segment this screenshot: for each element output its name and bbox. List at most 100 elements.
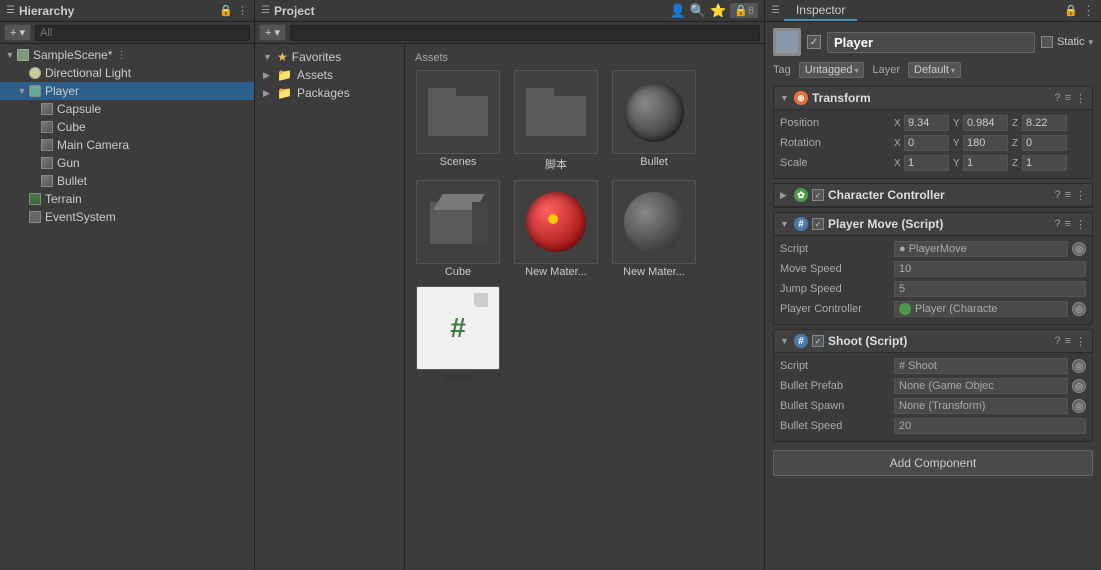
position-label: Position — [780, 117, 890, 129]
shoot-settings-icon[interactable]: ≡ — [1065, 335, 1071, 348]
rot-x-input[interactable] — [904, 135, 949, 151]
static-dropdown-arrow[interactable]: ▾ — [1088, 37, 1093, 48]
bullet-speed-input[interactable] — [894, 418, 1086, 434]
tab-inspector[interactable]: Inspector — [784, 1, 857, 21]
char-ctrl-checkbox[interactable] — [812, 189, 824, 201]
char-ctrl-settings-icon[interactable]: ≡ — [1065, 189, 1071, 202]
shoot-help-icon[interactable]: ? — [1054, 335, 1060, 348]
hierarchy-item-directional-light[interactable]: Directional Light — [0, 64, 254, 82]
hierarchy-item-sample-scene[interactable]: ▼ SampleScene* ⋮ — [0, 46, 254, 64]
scene-more[interactable]: ⋮ — [116, 50, 126, 61]
bullet-prefab-pick-btn[interactable]: ◎ — [1072, 379, 1086, 393]
visibility-btn[interactable]: 🔒8 — [730, 3, 758, 18]
hierarchy-menu-icon[interactable]: ☰ — [6, 5, 15, 16]
arrow-player: ▼ — [16, 86, 28, 96]
rot-x-field: X — [894, 135, 949, 151]
rot-y-input[interactable] — [963, 135, 1008, 151]
pm-controller-pick-btn[interactable]: ◎ — [1072, 302, 1086, 316]
hierarchy-item-capsule[interactable]: Capsule — [0, 100, 254, 118]
pm-movespeed-input[interactable] — [894, 261, 1086, 277]
player-move-header[interactable]: ▼ # Player Move (Script) ? ≡ ⋮ — [774, 213, 1092, 236]
pm-script-pick-btn[interactable]: ◎ — [1072, 242, 1086, 256]
asset-item-scenes[interactable]: Scenes — [413, 70, 503, 172]
hierarchy-add-button[interactable]: + ▾ — [4, 24, 31, 41]
pm-controller-ref[interactable]: Player (Characte — [894, 301, 1068, 317]
transform-header[interactable]: ▼ ⊕ Transform ? ≡ ⋮ — [774, 87, 1092, 110]
pm-controller-text: Player (Characte — [915, 303, 998, 315]
hierarchy-search-input[interactable] — [35, 25, 250, 41]
pm-jumpspeed-input[interactable] — [894, 281, 1086, 297]
accounts-icon[interactable]: 👤 — [670, 3, 686, 19]
bullet-prefab-ref[interactable]: None (Game Objec — [894, 378, 1068, 394]
scale-z-input[interactable] — [1022, 155, 1067, 171]
project-menu-icon[interactable]: ☰ — [261, 5, 270, 16]
folder-favorites[interactable]: ▼ ★ Favorites — [255, 48, 404, 66]
shoot-script-pick-btn[interactable]: ◎ — [1072, 359, 1086, 373]
pm-help-icon[interactable]: ? — [1054, 218, 1060, 231]
search-icon[interactable]: 🔍 — [690, 3, 706, 19]
pos-y-input[interactable] — [963, 115, 1008, 131]
shoot-checkbox[interactable] — [812, 335, 824, 347]
hierarchy-item-player[interactable]: ▼ Player — [0, 82, 254, 100]
shoot-header[interactable]: ▼ # Shoot (Script) ? ≡ ⋮ — [774, 330, 1092, 353]
hierarchy-item-terrain[interactable]: Terrain — [0, 190, 254, 208]
transform-more-icon[interactable]: ⋮ — [1075, 92, 1086, 105]
asset-item-new-material-2[interactable]: New Mater... — [609, 180, 699, 278]
pos-x-field: X — [894, 115, 949, 131]
scale-z-label: Z — [1012, 158, 1020, 169]
asset-item-jiaoben[interactable]: 脚本 — [511, 70, 601, 172]
asset-item-shoot[interactable]: # Shoot — [413, 286, 503, 384]
inspector-lock-icon[interactable]: 🔒 — [1064, 4, 1078, 17]
pm-checkbox[interactable] — [812, 218, 824, 230]
scale-y-input[interactable] — [963, 155, 1008, 171]
add-component-button[interactable]: Add Component — [773, 450, 1093, 476]
transform-settings-icon[interactable]: ≡ — [1065, 92, 1071, 105]
pm-more-icon[interactable]: ⋮ — [1075, 218, 1086, 231]
hierarchy-item-cube[interactable]: Cube — [0, 118, 254, 136]
player-move-section: ▼ # Player Move (Script) ? ≡ ⋮ Script ● … — [773, 212, 1093, 325]
asset-item-cube[interactable]: Cube — [413, 180, 503, 278]
inspector-more-icon[interactable]: ⋮ — [1082, 3, 1095, 19]
more-icon[interactable]: ⋮ — [237, 4, 248, 17]
pm-script-input[interactable]: ● PlayerMove — [894, 241, 1068, 257]
camera-icon — [40, 138, 54, 152]
hierarchy-item-main-camera[interactable]: Main Camera — [0, 136, 254, 154]
char-ctrl-icon: ✿ — [794, 188, 808, 202]
bullet-spawn-pick-btn[interactable]: ◎ — [1072, 399, 1086, 413]
static-checkbox[interactable] — [1041, 36, 1053, 48]
char-ctrl-more-icon[interactable]: ⋮ — [1075, 189, 1086, 202]
folder-packages[interactable]: ▶ 📁 Packages — [255, 84, 404, 102]
bullet-speed-label: Bullet Speed — [780, 420, 890, 432]
pos-z-input[interactable] — [1022, 115, 1067, 131]
layer-dropdown[interactable]: Default ▾ — [908, 62, 961, 78]
shoot-more-icon[interactable]: ⋮ — [1075, 335, 1086, 348]
char-ctrl-help-icon[interactable]: ? — [1054, 189, 1060, 202]
project-search-input[interactable] — [290, 25, 760, 41]
star-filter-icon[interactable]: ⭐ — [710, 3, 726, 19]
pos-x-input[interactable] — [904, 115, 949, 131]
hierarchy-item-event-system[interactable]: EventSystem — [0, 208, 254, 226]
asset-item-new-material-1[interactable]: New Mater... — [511, 180, 601, 278]
lock-icon[interactable]: 🔒 — [219, 4, 233, 17]
go-name-input[interactable] — [827, 32, 1035, 53]
bullet-spawn-ref[interactable]: None (Transform) — [894, 398, 1068, 414]
transform-help-icon[interactable]: ? — [1054, 92, 1060, 105]
asset-item-bullet[interactable]: Bullet — [609, 70, 699, 172]
scale-x-input[interactable] — [904, 155, 949, 171]
shoot-script-input[interactable]: # Shoot — [894, 358, 1068, 374]
hierarchy-item-gun[interactable]: Gun — [0, 154, 254, 172]
character-controller-section: ▶ ✿ Character Controller ? ≡ ⋮ — [773, 183, 1093, 208]
asset-row-2: Cube New Mater... New Mater... — [413, 180, 756, 278]
pm-settings-icon[interactable]: ≡ — [1065, 218, 1071, 231]
tag-dropdown[interactable]: Untagged ▾ — [799, 62, 865, 78]
scenes-thumb — [416, 70, 500, 154]
go-enable-checkbox[interactable] — [807, 35, 821, 49]
transform-icon: ⊕ — [794, 91, 808, 105]
project-add-button[interactable]: + ▾ — [259, 24, 286, 41]
hierarchy-item-bullet[interactable]: Bullet — [0, 172, 254, 190]
folder-assets[interactable]: ▶ 📁 Assets — [255, 66, 404, 84]
inspector-menu-icon[interactable]: ☰ — [771, 5, 780, 16]
cube-asset-label: Cube — [445, 266, 471, 278]
rot-z-input[interactable] — [1022, 135, 1067, 151]
character-controller-header[interactable]: ▶ ✿ Character Controller ? ≡ ⋮ — [774, 184, 1092, 207]
